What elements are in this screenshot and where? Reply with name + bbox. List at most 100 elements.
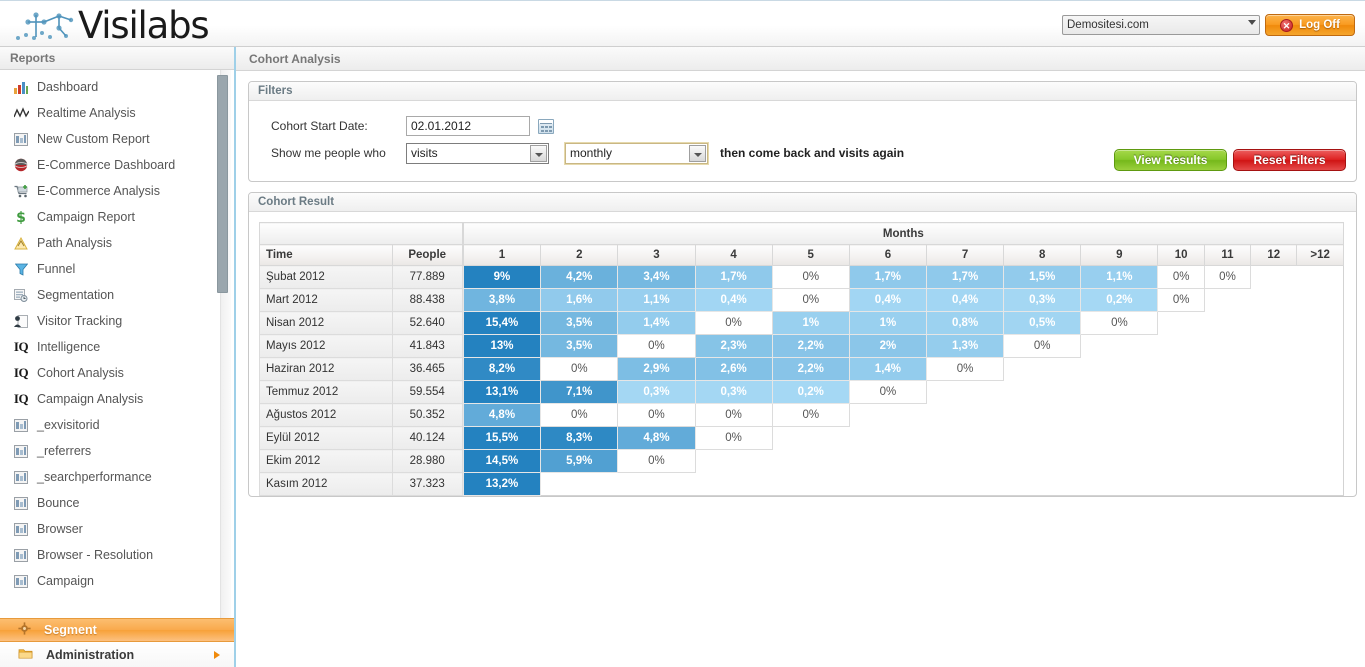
frequency-select[interactable]: monthly xyxy=(565,142,708,164)
action-select[interactable]: visits xyxy=(406,142,549,164)
cohort-value-cell: 2,9% xyxy=(617,357,696,381)
cohort-people-cell: 37.323 xyxy=(391,472,463,496)
sidebar-item-exvisitorid[interactable]: _exvisitorid xyxy=(0,412,234,438)
column-header-month-8[interactable]: 8 xyxy=(1003,244,1082,266)
cohort-value-cell: 1,1% xyxy=(1080,265,1159,289)
report-grid-icon xyxy=(12,443,30,459)
sidebar-header: Reports xyxy=(0,47,234,70)
cohort-value-cell: 1,3% xyxy=(925,334,1005,358)
column-header-month-6[interactable]: 6 xyxy=(848,244,927,266)
column-header-month-11[interactable]: 11 xyxy=(1203,244,1252,266)
application-window: Visilabs Demositesi.com ✕ Log Off Report… xyxy=(0,0,1365,667)
cohort-value-cell: 1,6% xyxy=(540,288,619,312)
sidebar-scrollbar-track[interactable] xyxy=(217,70,231,618)
brand-logo[interactable]: Visilabs xyxy=(14,3,210,47)
sidebar-item-label: Browser - Resolution xyxy=(37,548,154,562)
sidebar-item-e-commerce-dashboard[interactable]: E-Commerce Dashboard xyxy=(0,152,234,178)
sidebar-item-label: Funnel xyxy=(37,262,76,276)
cohort-empty-cell xyxy=(1158,450,1204,473)
sidebar-item-segmentation[interactable]: Segmentation xyxy=(0,282,234,308)
sidebar-item-campaign[interactable]: Campaign xyxy=(0,568,234,594)
sidebar-item-campaign-analysis[interactable]: IQ Campaign Analysis xyxy=(0,386,234,412)
column-header-month-4[interactable]: 4 xyxy=(694,244,773,266)
cohort-empty-cell xyxy=(1158,312,1204,335)
sidebar-item-visitor-tracking[interactable]: Visitor Tracking xyxy=(0,308,234,334)
cohort-value-cell: 1,4% xyxy=(617,311,696,335)
cohort-time-cell: Kasım 2012 xyxy=(259,472,393,496)
frequency-select-wrapper: monthly xyxy=(565,142,708,164)
cohort-value-cell: 3,5% xyxy=(540,311,619,335)
sidebar-item-campaign-report[interactable]: $ Campaign Report xyxy=(0,204,234,230)
brand-name: Visilabs xyxy=(78,4,210,47)
cohort-value-cell: 8,3% xyxy=(540,426,619,450)
sidebar-item-referrers[interactable]: _referrers xyxy=(0,438,234,464)
sidebar-item-segment[interactable]: Segment xyxy=(0,618,234,642)
cohort-empty-cell xyxy=(1297,312,1344,335)
column-header-month-7[interactable]: 7 xyxy=(925,244,1005,266)
cohort-table-wrapper: Time People Şubat 2012 77.889 Mart 2012 88.43… xyxy=(259,222,1345,496)
report-grid-icon xyxy=(12,469,30,485)
column-header-month-12[interactable]: 12 xyxy=(1250,244,1298,266)
cohort-value-cell: 1,4% xyxy=(848,357,927,381)
cohort-time-cell: Ekim 2012 xyxy=(259,449,393,473)
sidebar-item-new-custom-report[interactable]: New Custom Report xyxy=(0,126,234,152)
log-off-button[interactable]: ✕ Log Off xyxy=(1265,14,1355,36)
cohort-value-cell: 9% xyxy=(462,265,542,289)
sidebar-item-bounce[interactable]: Bounce xyxy=(0,490,234,516)
table-row: Nisan 2012 52.640 xyxy=(259,311,463,335)
cohort-value-cell: 2,2% xyxy=(771,334,850,358)
calendar-icon[interactable] xyxy=(538,118,554,134)
view-results-button[interactable]: View Results xyxy=(1114,149,1227,171)
report-grid-icon xyxy=(12,521,30,537)
sidebar-item-browser[interactable]: Browser xyxy=(0,516,234,542)
sidebar-item-funnel[interactable]: Funnel xyxy=(0,256,234,282)
column-header-month-10[interactable]: 10 xyxy=(1157,244,1205,266)
sidebar-item-administration[interactable]: Administration xyxy=(0,642,234,667)
column-header-month-2[interactable]: 2 xyxy=(540,244,619,266)
cohort-empty-cell xyxy=(926,427,1003,450)
sidebar-item-label: Dashboard xyxy=(37,80,99,94)
column-header-month-5[interactable]: 5 xyxy=(771,244,850,266)
sidebar-item-intelligence[interactable]: IQ Intelligence xyxy=(0,334,234,360)
sidebar-item-realtime-analysis[interactable]: Realtime Analysis xyxy=(0,100,234,126)
cohort-empty-cell xyxy=(1251,381,1297,404)
column-header-month-1[interactable]: 1 xyxy=(462,244,542,266)
sidebar-item-cohort-analysis[interactable]: IQ Cohort Analysis xyxy=(0,360,234,386)
months-header-row: 1 2 3 4 5 6 7 8 9 10 11 12 >12 xyxy=(462,244,1344,266)
cohort-value-cell: 1,5% xyxy=(1003,265,1082,289)
sidebar-item-path-analysis[interactable]: Path Analysis xyxy=(0,230,234,256)
report-grid-icon xyxy=(12,495,30,511)
column-header-people[interactable]: People xyxy=(391,244,463,266)
action-select-wrapper: visits xyxy=(406,142,549,164)
column-header-month-9[interactable]: 9 xyxy=(1080,244,1159,266)
sidebar-scroll-area: Dashboard Realtime Analysis New Custom Rep… xyxy=(0,70,234,618)
sidebar-item-searchperformance[interactable]: _searchperformance xyxy=(0,464,234,490)
sidebar-item-dashboard[interactable]: Dashboard xyxy=(0,74,234,100)
cohort-time-cell: Mayıs 2012 xyxy=(259,334,393,358)
cohort-time-cell: Ağustos 2012 xyxy=(259,403,393,427)
cohort-empty-cell xyxy=(1158,335,1204,358)
cohort-value-cell: 1,7% xyxy=(925,265,1005,289)
iq-icon: IQ xyxy=(13,339,29,354)
cohort-value-cell: 8,2% xyxy=(462,357,542,381)
cohort-empty-cell xyxy=(1297,381,1344,404)
column-header-month-3[interactable]: 3 xyxy=(617,244,696,266)
table-spacer-row xyxy=(259,222,463,245)
cohort-value-cell: 0,4% xyxy=(848,288,927,312)
reset-filters-button[interactable]: Reset Filters xyxy=(1233,149,1346,171)
cohort-empty-cell xyxy=(695,450,772,473)
cohort-empty-cell xyxy=(849,450,926,473)
cohort-empty-cell xyxy=(1204,450,1250,473)
cohort-empty-cell xyxy=(1158,404,1204,427)
content-inner: Filters Cohort Start Date: Show me peopl… xyxy=(236,71,1365,497)
cohort-empty-cell xyxy=(1297,358,1344,381)
column-header-time[interactable]: Time xyxy=(259,244,393,266)
cohort-start-date-input[interactable] xyxy=(406,116,530,136)
sidebar-scrollbar-thumb[interactable] xyxy=(217,75,228,293)
table-row: 9% 4,2% 3,4% 1,7% 0% 1,7% 1,7% 1,5% 1,1% 0% 0% xyxy=(462,265,1343,289)
sidebar-item-e-commerce-analysis[interactable]: E-Commerce Analysis xyxy=(0,178,234,204)
column-header-month-gt12[interactable]: >12 xyxy=(1296,244,1344,266)
cohort-people-cell: 50.352 xyxy=(391,403,463,427)
sidebar-item-browser-resolution[interactable]: Browser - Resolution xyxy=(0,542,234,568)
site-selector[interactable]: Demositesi.com xyxy=(1062,15,1260,35)
